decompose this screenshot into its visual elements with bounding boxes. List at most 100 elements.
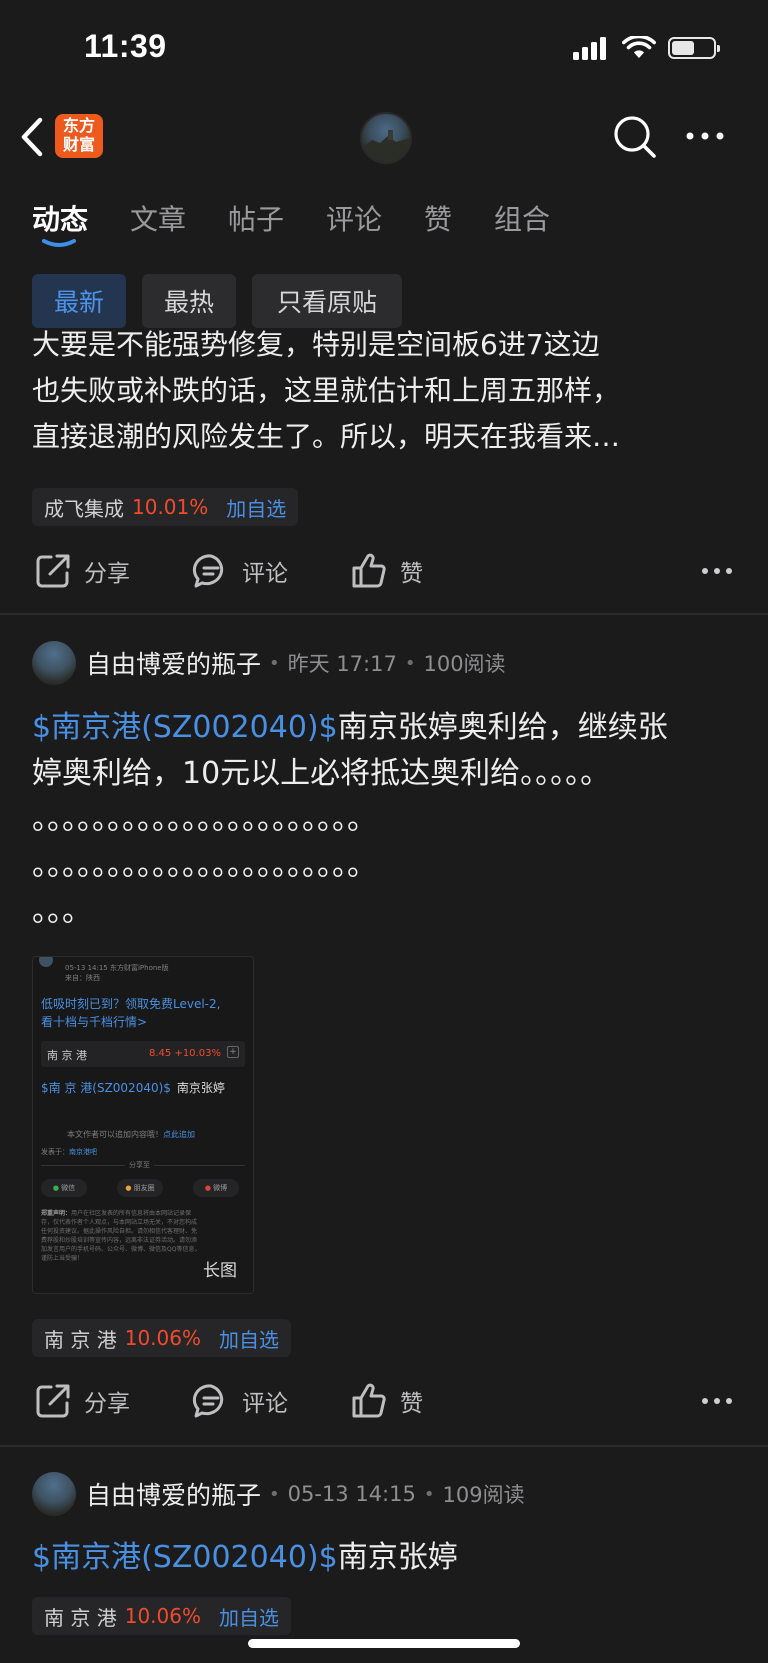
stock-name: 南 京 港 bbox=[44, 1327, 117, 1352]
comment-label: 评论 bbox=[242, 561, 288, 587]
post-time: 昨天 17:17 bbox=[287, 652, 397, 676]
post-1-text[interactable]: 大要是不能强势修复，特别是空间板6进7这边 也失败或补跌的话，这里就估计和上周五… bbox=[32, 330, 732, 460]
post-time: 05-13 14:15 bbox=[287, 1482, 416, 1506]
like-button[interactable]: 赞 bbox=[350, 1382, 423, 1420]
separator-dot: • bbox=[269, 652, 280, 674]
thumb-meta: 05-13 14:15 东方财富iPhone版 bbox=[65, 964, 169, 972]
avatar[interactable] bbox=[32, 1472, 76, 1516]
tab-comments[interactable]: 评论 bbox=[326, 198, 382, 238]
thumb-append-note: 本文作者可以追加内容哦！点此追加 bbox=[67, 1129, 195, 1140]
thumb-post-link: $南 京 港(SZ002040)$ bbox=[41, 1081, 171, 1095]
eastmoney-logo[interactable]: 东方 财富 bbox=[55, 114, 103, 158]
post-2-author-row[interactable]: 自由博爱的瓶子 • 昨天 17:17 • 100阅读 bbox=[32, 641, 506, 685]
tab-likes[interactable]: 赞 bbox=[424, 198, 452, 238]
tab-portfolio[interactable]: 组合 bbox=[494, 198, 550, 238]
battery-icon bbox=[668, 37, 720, 59]
thumb-post-rest: 南京张婷 bbox=[176, 1081, 225, 1095]
thumb-stock-quote: 8.45 +10.03% bbox=[149, 1048, 221, 1059]
post-3-text-rest: 南京张婷 bbox=[337, 1540, 458, 1575]
thumb-plus-icon: + bbox=[227, 1046, 239, 1058]
add-watchlist-button[interactable]: 加自选 bbox=[219, 1324, 279, 1353]
post-image-thumbnail[interactable]: 05-13 14:15 东方财富iPhone版 来自：陕西 低吸时刻已到？领取免… bbox=[32, 956, 254, 1294]
comment-button[interactable]: 评论 bbox=[192, 1382, 288, 1420]
filter-latest[interactable]: 最新 bbox=[32, 274, 126, 328]
post-3-stock-tag[interactable]: 南 京 港 10.06% 加自选 bbox=[32, 1597, 291, 1635]
thumb-append-text: 本文作者可以追加内容哦！ bbox=[67, 1130, 163, 1139]
more-horizontal-icon[interactable] bbox=[700, 566, 734, 576]
stock-link[interactable]: $南京港(SZ002040)$ bbox=[32, 1540, 338, 1575]
add-watchlist-button[interactable]: 加自选 bbox=[219, 1602, 279, 1631]
author-name[interactable]: 自由博爱的瓶子 bbox=[86, 1476, 261, 1512]
thumb-disclaimer: 郑重声明：用户在社区发表的所有信息将由本网站记录保存，仅代表作者个人观点，与本网… bbox=[41, 1209, 201, 1275]
add-watchlist-button[interactable]: 加自选 bbox=[226, 493, 286, 522]
post-3-author-row[interactable]: 自由博爱的瓶子 • 05-13 14:15 • 109阅读 bbox=[32, 1472, 525, 1516]
share-label: 分享 bbox=[84, 1391, 130, 1417]
like-button[interactable]: 赞 bbox=[350, 552, 423, 590]
more-horizontal-icon[interactable] bbox=[680, 118, 730, 154]
thumb-share-wechat: ● 微信 bbox=[41, 1179, 87, 1197]
post-2-text[interactable]: $南京港(SZ002040)$南京张婷奥利给，继续张 婷奥利给，10元以上必将抵… bbox=[32, 705, 732, 935]
thumb-circle-label: 朋友圈 bbox=[133, 1184, 155, 1192]
tab-articles[interactable]: 文章 bbox=[130, 198, 186, 238]
comment-icon bbox=[192, 554, 224, 588]
separator-dot: • bbox=[404, 652, 416, 674]
tab-dynamics[interactable]: 动态 bbox=[32, 198, 88, 238]
comment-button[interactable]: 评论 bbox=[192, 552, 288, 590]
share-label: 分享 bbox=[84, 561, 130, 587]
thumb-share-title: 分享至 bbox=[125, 1160, 154, 1170]
divider bbox=[0, 613, 768, 615]
post-1-stock-tag[interactable]: 成飞集成 10.01% 加自选 bbox=[32, 488, 299, 526]
thumbs-up-icon bbox=[352, 1383, 386, 1418]
post-3-text[interactable]: $南京港(SZ002040)$南京张婷 bbox=[32, 1535, 732, 1581]
post-2-line-4: 。。。。。。。。。。。。。。。。。。。。。。 bbox=[32, 848, 377, 883]
post-1-line-3: 直接退潮的风险发生了。所以，明天在我看来… bbox=[32, 420, 621, 453]
post-1-line-2: 也失败或补跌的话，这里就估计和上周五那样， bbox=[32, 374, 621, 407]
avatar[interactable] bbox=[32, 641, 76, 685]
thumb-source: 发表于：南京港吧 bbox=[41, 1148, 97, 1156]
thumb-stock-name: 南 京 港 bbox=[47, 1049, 87, 1062]
thumb-wechat-label: 微信 bbox=[61, 1184, 76, 1192]
separator-dot: • bbox=[423, 1483, 435, 1505]
status-icons bbox=[572, 36, 720, 60]
avatar-image bbox=[362, 130, 410, 162]
thumbs-up-icon bbox=[352, 553, 386, 588]
thumb-location: 来自：陕西 bbox=[65, 974, 100, 982]
author-name[interactable]: 自由博爱的瓶子 bbox=[86, 645, 261, 681]
share-button[interactable]: 分享 bbox=[34, 552, 130, 590]
thumb-promo-1: 低吸时刻已到？领取免费Level-2, bbox=[41, 997, 221, 1011]
thumb-append-link: 点此追加 bbox=[163, 1130, 195, 1139]
comment-label: 评论 bbox=[242, 1391, 288, 1417]
thumb-share-circle: ● 朋友圈 bbox=[117, 1179, 163, 1197]
stock-link[interactable]: $南京港(SZ002040)$ bbox=[32, 710, 338, 745]
stock-change: 10.01% bbox=[132, 495, 209, 519]
thumb-post-line: $南 京 港(SZ002040)$ 南京张婷 bbox=[41, 1079, 225, 1096]
post-2-line-2: 婷奥利给，10元以上必将抵达奥利给。。。。。 bbox=[32, 756, 611, 791]
chevron-left-icon[interactable] bbox=[14, 112, 54, 162]
post-1-line-1: 大要是不能强势修复，特别是空间板6进7这边 bbox=[32, 330, 600, 361]
stock-name: 南 京 港 bbox=[44, 1605, 117, 1630]
share-button[interactable]: 分享 bbox=[34, 1382, 130, 1420]
tab-posts[interactable]: 帖子 bbox=[228, 198, 284, 238]
share-icon bbox=[36, 554, 70, 588]
separator-dot: • bbox=[269, 1483, 280, 1505]
share-icon bbox=[36, 1384, 70, 1418]
stock-name: 成飞集成 bbox=[44, 496, 124, 521]
search-icon[interactable] bbox=[612, 114, 658, 160]
thumb-stock-card: 南 京 港 8.45 +10.03% + bbox=[41, 1041, 245, 1067]
more-horizontal-icon[interactable] bbox=[700, 1396, 734, 1406]
profile-avatar[interactable] bbox=[360, 112, 412, 164]
filter-hottest[interactable]: 最热 bbox=[142, 274, 236, 328]
divider bbox=[0, 1445, 768, 1447]
logo-line-2: 财富 bbox=[62, 137, 95, 154]
thumb-weibo-label: 微博 bbox=[213, 1184, 228, 1192]
home-indicator[interactable] bbox=[248, 1639, 520, 1648]
thumb-share-weibo: ● 微博 bbox=[193, 1179, 239, 1197]
thumb-disclaimer-title: 郑重声明： bbox=[41, 1210, 72, 1217]
stock-change: 10.06% bbox=[124, 1604, 201, 1628]
like-label: 赞 bbox=[400, 561, 423, 587]
post-2-stock-tag[interactable]: 南 京 港 10.06% 加自选 bbox=[32, 1319, 291, 1357]
filter-original-only[interactable]: 只看原贴 bbox=[252, 274, 402, 328]
thumb-avatar bbox=[39, 957, 53, 967]
thumb-promo-2: 看十档与千档行情> bbox=[41, 1015, 148, 1029]
post-2-line-5: 。。。 bbox=[32, 894, 92, 929]
